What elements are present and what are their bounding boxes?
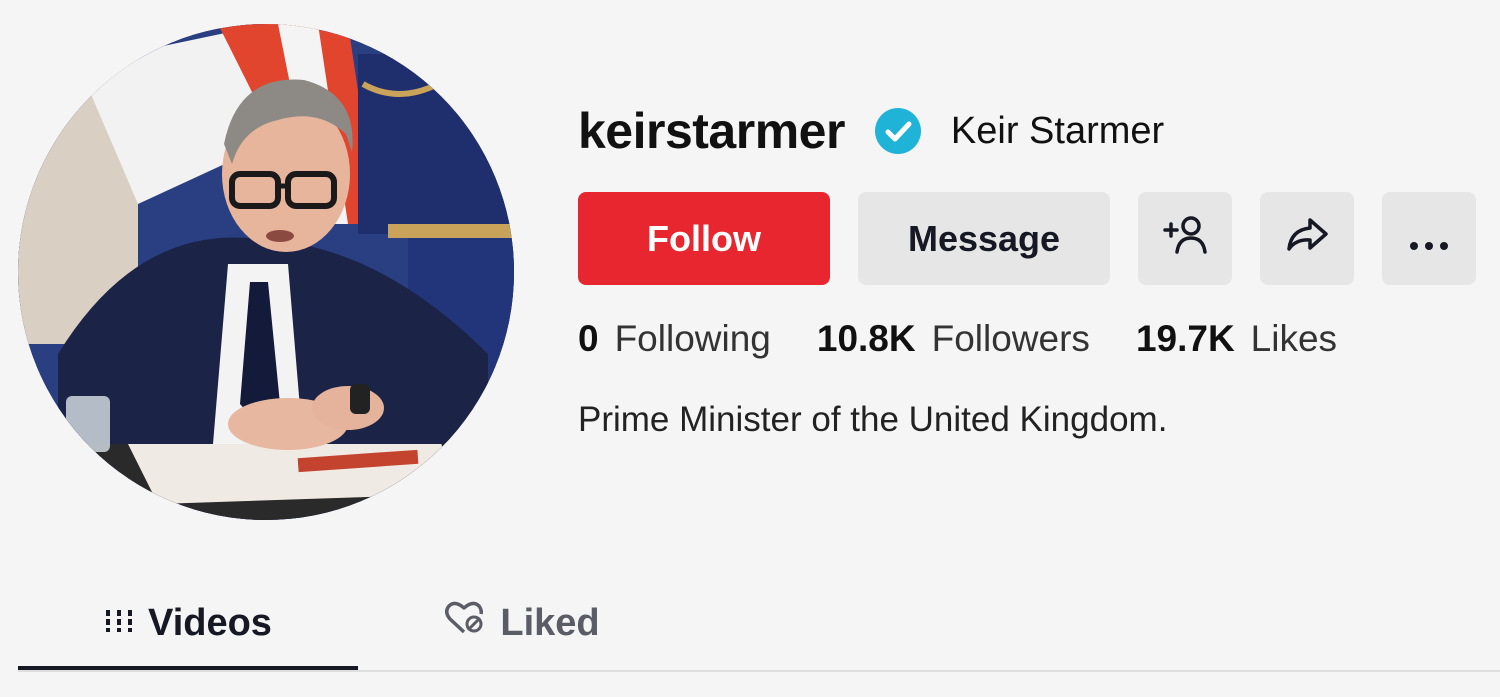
following-label: Following: [614, 318, 771, 359]
grid-icon: [104, 602, 134, 645]
more-dots-icon: [1409, 218, 1449, 260]
display-name: Keir Starmer: [950, 109, 1165, 152]
more-options-button[interactable]: [1382, 192, 1476, 285]
username: keirstarmer: [578, 103, 845, 159]
followers-count: 10.8K: [816, 318, 916, 359]
profile-stats: 0 Following 10.8K Followers 19.7K Likes: [578, 318, 1337, 360]
profile-header: keirstarmer Keir Starmer: [578, 96, 1164, 166]
verified-badge-icon: [874, 108, 921, 154]
following-count: 0: [578, 318, 599, 359]
share-button[interactable]: [1260, 192, 1354, 285]
following-stat[interactable]: 0 Following: [578, 318, 771, 360]
profile-bio: Prime Minister of the United Kingdom.: [578, 400, 1168, 439]
tab-videos[interactable]: Videos: [18, 578, 358, 670]
add-person-icon: [1163, 214, 1207, 263]
message-button[interactable]: Message: [858, 192, 1110, 285]
avatar-photo: [18, 24, 514, 520]
profile-avatar[interactable]: [18, 24, 514, 520]
followers-label: Followers: [931, 318, 1090, 359]
tab-liked-label: Liked: [500, 601, 600, 644]
active-tab-indicator: [18, 666, 358, 670]
heart-lock-icon: [444, 600, 486, 646]
likes-stat: 19.7K Likes: [1136, 318, 1337, 360]
likes-label: Likes: [1250, 318, 1338, 359]
add-friend-button[interactable]: [1138, 192, 1232, 285]
likes-count: 19.7K: [1135, 318, 1235, 359]
profile-actions: Follow Message: [578, 192, 1476, 285]
tab-videos-label: Videos: [148, 601, 272, 644]
follow-button[interactable]: Follow: [578, 192, 830, 285]
tab-liked[interactable]: Liked: [422, 578, 622, 668]
followers-stat[interactable]: 10.8K Followers: [817, 318, 1090, 360]
profile-tabs: Videos Liked: [18, 578, 1500, 672]
share-arrow-icon: [1286, 216, 1328, 261]
